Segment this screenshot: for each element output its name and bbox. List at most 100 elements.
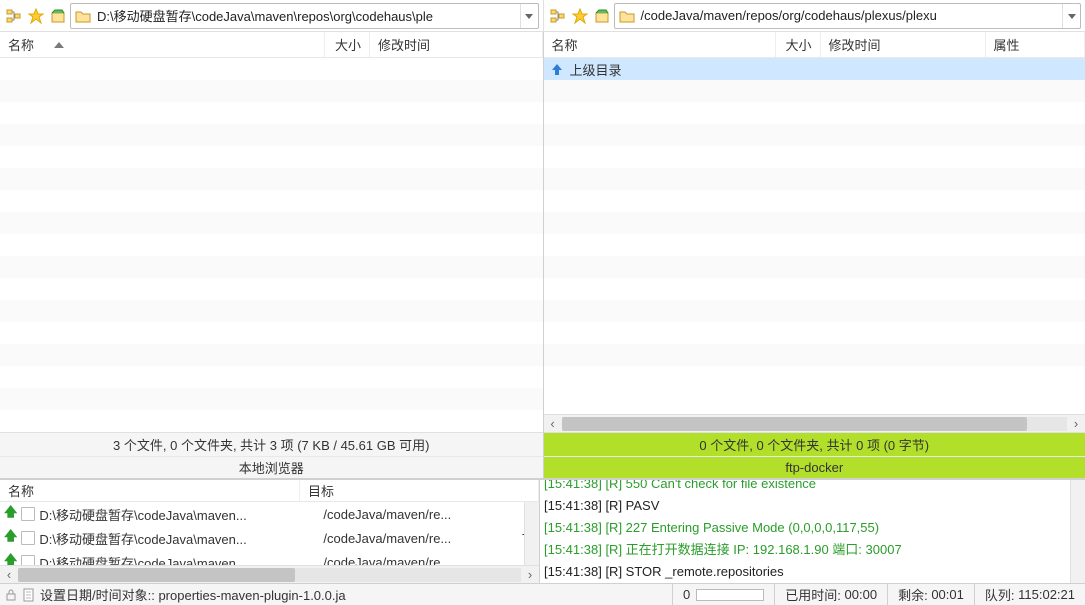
log-line: [15:41:38] [R] 正在打开数据连接 IP: 192.168.1.90…: [544, 539, 1081, 561]
upload-arrow-icon: 🡅: [4, 503, 17, 525]
status-remaining-label: 剩余:: [898, 585, 928, 604]
left-panel-title-text: 本地浏览器: [239, 458, 304, 477]
queue-name: D:\移动硬盘暂存\codeJava\maven...: [39, 529, 319, 548]
left-panel: 名称 大小 修改时间 3 个文件, 0 个文件夹, 共计 3 项 (7 KB /…: [0, 32, 543, 479]
status-elapsed-label: 已用时间:: [785, 585, 841, 604]
queue-hscrollbar[interactable]: ‹ ›: [0, 565, 539, 583]
address-right: /codeJava/maven/repos/org/codehaus/plexu…: [543, 0, 1085, 32]
log-line: [15:41:38] [R] PASV: [544, 495, 1081, 517]
left-col-header: 名称 大小 修改时间: [0, 32, 543, 58]
col-name[interactable]: 名称: [544, 32, 776, 57]
queue-row[interactable]: 🡅 D:\移动硬盘暂存\codeJava\maven/codeJava/maven…: [0, 550, 539, 565]
upload-arrow-icon: 🡅: [4, 551, 17, 565]
col-mtime[interactable]: 修改时间: [821, 32, 986, 57]
queue-target: /codeJava/maven/re...: [323, 531, 503, 546]
col-attr[interactable]: 属性: [986, 32, 1085, 57]
panels-row: 名称 大小 修改时间 3 个文件, 0 个文件夹, 共计 3 项 (7 KB /…: [0, 32, 1085, 479]
scroll-left-icon[interactable]: ‹: [0, 567, 18, 582]
qcol-target[interactable]: 目标: [300, 480, 539, 501]
col-size-label: 大小: [335, 35, 361, 54]
scroll-thumb[interactable]: [18, 568, 295, 582]
path-box-left[interactable]: D:\移动硬盘暂存\codeJava\maven\repos\org\codeh…: [70, 3, 539, 29]
log-pane[interactable]: [15:41:38] [R] 550 Can't check for file …: [540, 480, 1085, 583]
log-line: [15:41:38] [R] 550 Can't check for file …: [544, 480, 1081, 495]
status-remaining-value: 00:01: [931, 587, 964, 602]
status-queue-value: 115:02:21: [1018, 587, 1075, 602]
scroll-track[interactable]: [18, 568, 521, 582]
right-panel-title-text: ftp-docker: [785, 460, 843, 475]
queue-target: /codeJava/maven/re...: [323, 507, 503, 522]
file-icon: [21, 555, 35, 565]
queue-name: D:\移动硬盘暂存\codeJava\maven...: [39, 505, 319, 524]
parent-dir-row[interactable]: 上级目录: [544, 58, 1085, 80]
left-panel-title: 本地浏览器: [0, 456, 543, 478]
status-left: 设置日期/时间对象:: properties-maven-plugin-1.0.…: [0, 585, 672, 604]
parent-dir-label: 上级目录: [570, 60, 622, 79]
favorite-icon[interactable]: [570, 4, 590, 28]
scroll-left-icon[interactable]: ‹: [544, 416, 562, 431]
right-panel: 名称 大小 修改时间 属性 上级目录 ‹ › 0 个: [543, 32, 1085, 479]
qcol-name[interactable]: 名称: [0, 480, 300, 501]
history-icon[interactable]: [48, 4, 68, 28]
address-left: D:\移动硬盘暂存\codeJava\maven\repos\org\codeh…: [0, 0, 543, 32]
scroll-right-icon[interactable]: ›: [521, 567, 539, 582]
lock-icon: [4, 588, 18, 602]
queue-target: /codeJava/maven/re: [323, 555, 503, 566]
status-queue: 队列: 115:02:21: [974, 584, 1085, 605]
doc-icon: [22, 588, 36, 602]
queue-body[interactable]: 🡅 D:\移动硬盘暂存\codeJava\maven... /codeJava/ma…: [0, 502, 539, 565]
bottom-row: 名称 目标 🡅 D:\移动硬盘暂存\codeJava\maven... /codeJ…: [0, 479, 1085, 583]
status-progress: 0: [672, 584, 774, 605]
left-summary: 3 个文件, 0 个文件夹, 共计 3 项 (7 KB / 45.61 GB 可…: [0, 432, 543, 456]
col-mtime-label: 修改时间: [829, 35, 881, 54]
col-name[interactable]: 名称: [0, 32, 325, 57]
path-dropdown-right[interactable]: [1062, 4, 1080, 28]
right-panel-title: ftp-docker: [544, 456, 1085, 478]
col-name-label: 名称: [8, 35, 34, 54]
favorite-icon[interactable]: [26, 4, 46, 28]
history-icon[interactable]: [592, 4, 612, 28]
qcol-target-label: 目标: [308, 481, 334, 500]
queue-pane: 名称 目标 🡅 D:\移动硬盘暂存\codeJava\maven... /codeJ…: [0, 480, 540, 583]
col-size-label: 大小: [785, 35, 811, 54]
queue-name: D:\移动硬盘暂存\codeJava\maven: [39, 553, 319, 566]
col-mtime-label: 修改时间: [378, 35, 430, 54]
status-queue-label: 队列:: [985, 585, 1015, 604]
right-hscrollbar[interactable]: ‹ ›: [544, 414, 1085, 432]
up-arrow-icon: [550, 62, 564, 76]
path-text-right: /codeJava/maven/repos/org/codehaus/plexu…: [639, 8, 1063, 23]
folder-icon: [75, 8, 91, 24]
left-summary-text: 3 个文件, 0 个文件夹, 共计 3 项 (7 KB / 45.61 GB 可…: [113, 435, 429, 454]
file-icon: [21, 531, 35, 545]
status-elapsed-value: 00:00: [845, 587, 878, 602]
qcol-name-label: 名称: [8, 481, 34, 500]
col-mtime[interactable]: 修改时间: [370, 32, 543, 57]
status-bar: 设置日期/时间对象:: properties-maven-plugin-1.0.…: [0, 583, 1085, 605]
right-summary-text: 0 个文件, 0 个文件夹, 共计 0 项 (0 字节): [699, 435, 929, 454]
status-action: 设置日期/时间对象:: properties-maven-plugin-1.0.…: [40, 585, 346, 604]
right-file-grid[interactable]: 上级目录: [544, 58, 1085, 414]
status-progress-value: 0: [683, 587, 690, 602]
scroll-thumb[interactable]: [562, 417, 1027, 431]
scroll-track[interactable]: [562, 417, 1068, 431]
tree-icon[interactable]: [548, 4, 568, 28]
log-line: [15:41:38] [R] 227 Entering Passive Mode…: [544, 517, 1081, 539]
queue-row[interactable]: 🡅 D:\移动硬盘暂存\codeJava\maven... /codeJava/ma…: [0, 502, 539, 526]
queue-row[interactable]: 🡅D:\移动硬盘暂存\codeJava\maven.../codeJava/ma…: [0, 526, 539, 550]
right-summary: 0 个文件, 0 个文件夹, 共计 0 项 (0 字节): [544, 432, 1085, 456]
status-remaining: 剩余: 00:01: [887, 584, 974, 605]
right-col-header: 名称 大小 修改时间 属性: [544, 32, 1085, 58]
path-dropdown-left[interactable]: [520, 4, 538, 28]
status-elapsed: 已用时间: 00:00: [774, 584, 887, 605]
path-text-left: D:\移动硬盘暂存\codeJava\maven\repos\org\codeh…: [95, 6, 520, 25]
tree-icon[interactable]: [4, 4, 24, 28]
col-size[interactable]: 大小: [325, 32, 370, 57]
left-file-grid[interactable]: [0, 58, 543, 432]
path-box-right[interactable]: /codeJava/maven/repos/org/codehaus/plexu…: [614, 3, 1082, 29]
col-attr-label: 属性: [994, 35, 1020, 54]
col-size[interactable]: 大小: [776, 32, 821, 57]
folder-icon: [619, 8, 635, 24]
scroll-right-icon[interactable]: ›: [1067, 416, 1085, 431]
log-line: [15:41:38] [R] STOR _remote.repositories: [544, 561, 1081, 583]
file-icon: [21, 507, 35, 521]
